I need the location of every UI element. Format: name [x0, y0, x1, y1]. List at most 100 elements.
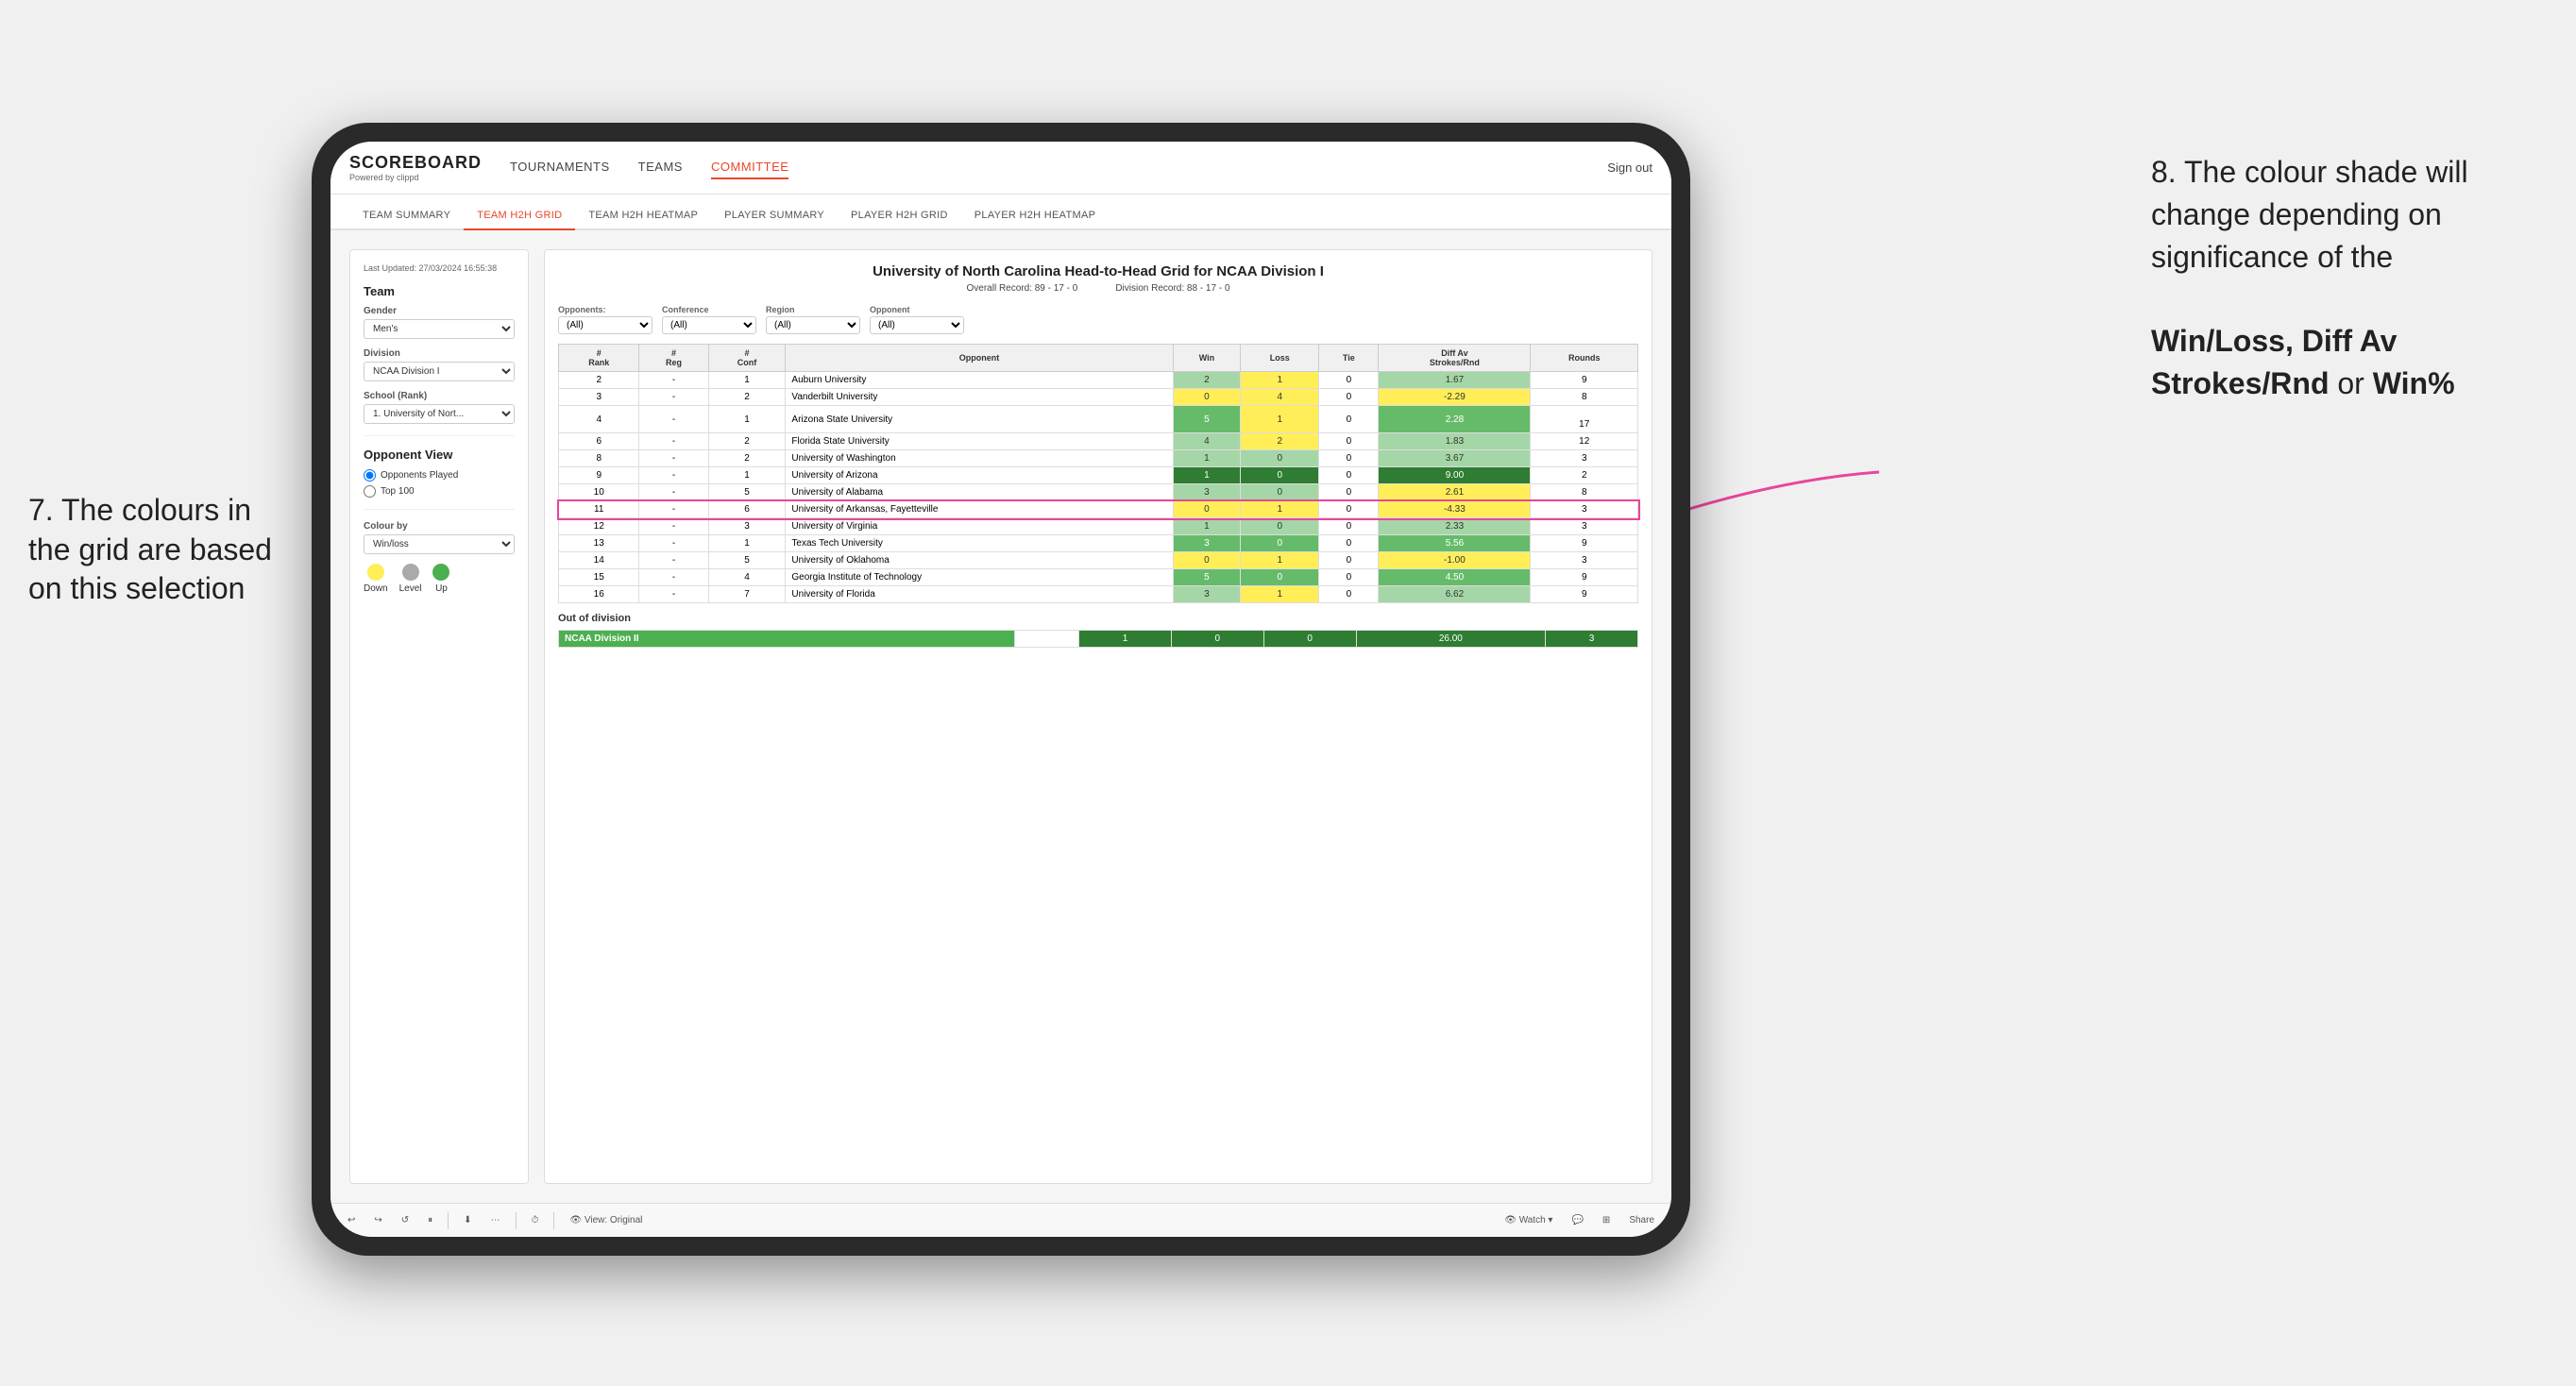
tab-player-h2h-grid[interactable]: PLAYER H2H GRID	[838, 202, 961, 230]
watch-button[interactable]: 👁 Watch ▾	[1500, 1213, 1556, 1227]
cell-opponent: University of Alabama	[786, 484, 1173, 501]
cell-diff: 2.61	[1379, 484, 1531, 501]
out-of-division: Out of division NCAA Division II 1 0 0 2…	[558, 613, 1638, 648]
tab-team-h2h-heatmap[interactable]: TEAM H2H HEATMAP	[575, 202, 711, 230]
feedback-button[interactable]: 💬	[1568, 1213, 1586, 1227]
cell-loss: 4	[1241, 389, 1319, 406]
cell-win: 1	[1173, 518, 1241, 535]
cell-rank: 10	[559, 484, 639, 501]
nav-teams[interactable]: TEAMS	[638, 156, 683, 179]
redo-button[interactable]: ↪	[370, 1213, 385, 1227]
region-filter: Region (All)	[766, 305, 860, 334]
region-filter-select[interactable]: (All)	[766, 316, 860, 334]
logo-text: SCOREBOARD	[349, 153, 482, 173]
cell-rounds: 9	[1531, 586, 1638, 603]
cell-loss: 2	[1241, 433, 1319, 450]
school-select[interactable]: 1. University of Nort...	[364, 404, 515, 424]
cell-rounds: 9	[1531, 535, 1638, 552]
nav-committee[interactable]: COMMITTEE	[711, 156, 789, 179]
cell-loss: 0	[1241, 484, 1319, 501]
conference-filter: Conference (All)	[662, 305, 756, 334]
gender-select[interactable]: Men's	[364, 319, 515, 339]
cell-conf: 5	[708, 484, 786, 501]
clock-button[interactable]: ⏱	[528, 1213, 543, 1227]
opponents-played-radio[interactable]: Opponents Played	[364, 469, 515, 482]
cell-win: 2	[1173, 372, 1241, 389]
cell-win: 1	[1173, 450, 1241, 467]
table-row: 6 - 2 Florida State University 4 2 0 1.8…	[559, 433, 1638, 450]
grid-title: University of North Carolina Head-to-Hea…	[558, 263, 1638, 279]
cell-conf: 1	[708, 535, 786, 552]
cell-conf: 2	[708, 433, 786, 450]
cell-diff: -4.33	[1379, 501, 1531, 518]
cell-conf: 2	[708, 389, 786, 406]
cell-rank: 2	[559, 372, 639, 389]
opponent-view-title: Opponent View	[364, 448, 515, 462]
tab-player-summary[interactable]: PLAYER SUMMARY	[711, 202, 838, 230]
more-button[interactable]: ⋯	[487, 1213, 504, 1227]
cell-win: 5	[1173, 569, 1241, 586]
share-button[interactable]: Share	[1625, 1213, 1658, 1227]
team-section-title: Team	[364, 284, 515, 298]
main-data-table: #Rank #Reg #Conf Opponent Win Loss Tie D…	[558, 344, 1638, 603]
tab-team-summary[interactable]: TEAM SUMMARY	[349, 202, 464, 230]
logo-area: SCOREBOARD Powered by clippd	[349, 153, 482, 182]
nav-tournaments[interactable]: TOURNAMENTS	[510, 156, 610, 179]
annotation-right: 8. The colour shade will change dependin…	[2151, 151, 2548, 405]
cell-diff: 4.50	[1379, 569, 1531, 586]
opponent-filter: Opponent (All)	[870, 305, 964, 334]
opponent-view-radio-group: Opponents Played Top 100	[364, 469, 515, 498]
out-of-division-title: Out of division	[558, 613, 1638, 624]
colour-by-select[interactable]: Win/loss	[364, 534, 515, 554]
cell-loss: 1	[1241, 372, 1319, 389]
cell-tie: 0	[1319, 569, 1379, 586]
undo-button[interactable]: ↩	[344, 1213, 359, 1227]
tab-team-h2h-grid[interactable]: TEAM H2H GRID	[464, 202, 575, 230]
cell-reg: -	[639, 518, 708, 535]
sign-out-button[interactable]: Sign out	[1607, 161, 1652, 175]
cell-tie: 0	[1319, 552, 1379, 569]
view-original-button[interactable]: 👁 View: Original	[566, 1213, 646, 1227]
cell-reg: -	[639, 586, 708, 603]
download-button[interactable]: ⬇	[460, 1213, 475, 1227]
cell-opponent: University of Washington	[786, 450, 1173, 467]
col-diff: Diff AvStrokes/Rnd	[1379, 345, 1531, 372]
school-label: School (Rank)	[364, 391, 515, 401]
table-row: 16 - 7 University of Florida 3 1 0 6.62 …	[559, 586, 1638, 603]
main-content: Last Updated: 27/03/2024 16:55:38 Team G…	[330, 230, 1671, 1203]
cell-opponent: Auburn University	[786, 372, 1173, 389]
cell-rounds: 3	[1531, 450, 1638, 467]
cell-rank: 9	[559, 467, 639, 484]
conference-filter-label: Conference	[662, 305, 756, 314]
pause-button[interactable]: ⏸	[424, 1213, 436, 1227]
division-select[interactable]: NCAA Division I	[364, 362, 515, 381]
cell-tie: 0	[1319, 484, 1379, 501]
tableau-toolbar: ↩ ↪ ↺ ⏸ ⬇ ⋯ ⏱ 👁 View: Original 👁 Watch ▾…	[330, 1203, 1671, 1237]
cell-tie: 0	[1319, 372, 1379, 389]
col-tie: Tie	[1319, 345, 1379, 372]
col-reg: #Reg	[639, 345, 708, 372]
cell-reg: -	[639, 467, 708, 484]
cell-rounds: 3	[1531, 501, 1638, 518]
cell-diff: 6.62	[1379, 586, 1531, 603]
opponents-filter-select[interactable]: (All)	[558, 316, 652, 334]
table-row: 14 - 5 University of Oklahoma 0 1 0 -1.0…	[559, 552, 1638, 569]
level-dot	[402, 564, 419, 581]
last-updated: Last Updated: 27/03/2024 16:55:38	[364, 263, 515, 273]
cell-win: 1	[1173, 467, 1241, 484]
opponent-filter-select[interactable]: (All)	[870, 316, 964, 334]
layout-button[interactable]: ⊞	[1599, 1213, 1614, 1227]
table-row: 3 - 2 Vanderbilt University 0 4 0 -2.29 …	[559, 389, 1638, 406]
cell-diff: 5.56	[1379, 535, 1531, 552]
tab-player-h2h-heatmap[interactable]: PLAYER H2H HEATMAP	[961, 202, 1109, 230]
cell-conf: 1	[708, 467, 786, 484]
col-win: Win	[1173, 345, 1241, 372]
reset-button[interactable]: ↺	[398, 1213, 413, 1227]
table-row: 10 - 5 University of Alabama 3 0 0 2.61 …	[559, 484, 1638, 501]
annotation-left: 7. The colours in the grid are based on …	[28, 491, 293, 609]
conference-filter-select[interactable]: (All)	[662, 316, 756, 334]
cell-reg: -	[639, 484, 708, 501]
school-group: School (Rank) 1. University of Nort...	[364, 391, 515, 424]
top-100-radio[interactable]: Top 100	[364, 485, 515, 498]
division-name: NCAA Division II	[559, 631, 1015, 648]
